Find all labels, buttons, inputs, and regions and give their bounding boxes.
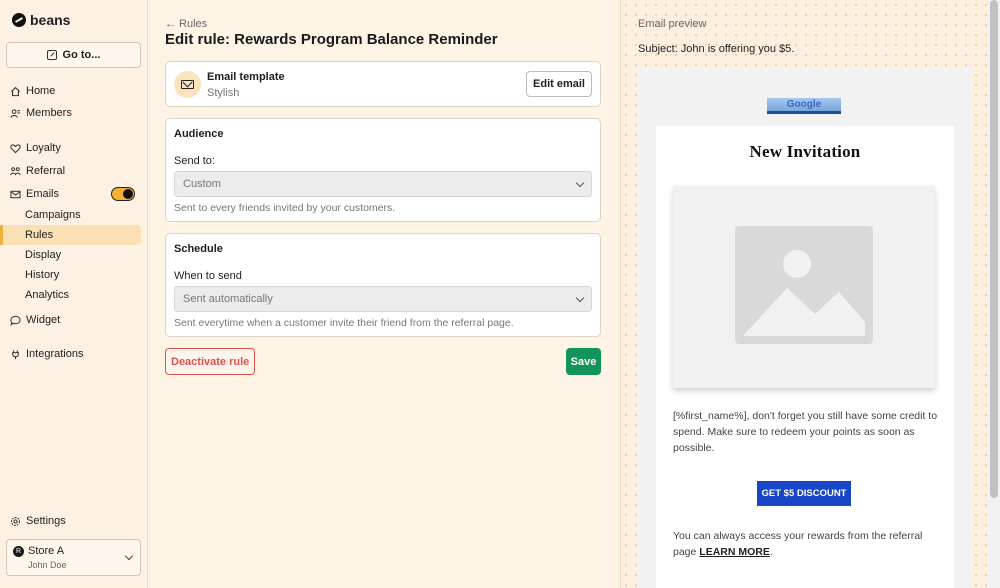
sidebar-item-label: Referral <box>26 165 66 177</box>
email-preview-panel: Email preview Subject: John is offering … <box>620 0 988 588</box>
settings-label: Settings <box>26 515 66 527</box>
sidebar-subitem-analytics[interactable]: Analytics <box>25 286 69 304</box>
sidebar-item-label: Loyalty <box>26 142 61 154</box>
template-value: Stylish <box>207 87 240 99</box>
active-indicator <box>0 225 141 245</box>
schedule-help: Sent everytime when a customer invite th… <box>174 317 514 329</box>
send-to-value: Custom <box>183 178 221 190</box>
email-body-text: [%first_name%], don't forget you still h… <box>673 410 938 454</box>
template-card: Email template Stylish Edit email <box>165 61 601 107</box>
beans-logo-icon <box>12 13 26 27</box>
preview-subject: Subject: John is offering you $5. <box>638 43 795 55</box>
referral-icon <box>10 166 21 175</box>
when-to-send-select[interactable]: Sent automatically <box>174 286 592 312</box>
when-to-send-label: When to send <box>174 270 242 282</box>
sidebar-item-members[interactable]: Members <box>10 104 72 122</box>
when-to-send-value: Sent automatically <box>183 293 273 305</box>
save-button[interactable]: Save <box>566 348 601 375</box>
goto-label: Go to... <box>62 49 101 61</box>
image-placeholder-icon <box>735 226 873 344</box>
audience-heading: Audience <box>174 128 224 140</box>
store-switcher[interactable]: R Store A John Doe <box>6 539 141 576</box>
heart-icon <box>10 143 21 153</box>
sidebar-item-widget[interactable]: Widget <box>10 311 60 329</box>
chevron-down-icon <box>575 178 585 188</box>
logo[interactable]: beans <box>12 12 70 28</box>
audience-help: Sent to every friends invited by your cu… <box>174 202 396 214</box>
email-banner-image: Google <box>767 98 841 114</box>
store-avatar: R <box>13 546 24 557</box>
chevron-down-icon <box>124 551 134 561</box>
audience-card: Audience Send to: Custom Sent to every f… <box>165 118 601 222</box>
schedule-card: Schedule When to send Sent automatically… <box>165 233 601 337</box>
sidebar-item-label: Widget <box>26 314 61 326</box>
back-link[interactable]: ← Rules <box>165 18 207 30</box>
gear-icon <box>11 516 20 526</box>
email-footer: You can always access your rewards from … <box>673 528 938 560</box>
mail-icon <box>10 190 21 198</box>
sidebar-item-label: Home <box>26 85 56 97</box>
email-image-placeholder <box>673 186 935 388</box>
deactivate-rule-button[interactable]: Deactivate rule <box>165 348 256 375</box>
send-to-select[interactable]: Custom <box>174 171 592 197</box>
template-icon-wrap <box>174 71 201 98</box>
members-icon <box>10 108 21 118</box>
sidebar-subitem-rules[interactable]: Rules <box>25 226 53 244</box>
learn-more-link[interactable]: LEARN MORE <box>699 546 770 558</box>
sidebar-subitem-display[interactable]: Display <box>25 246 61 264</box>
chat-icon <box>10 315 21 326</box>
sidebar-item-integrations[interactable]: Integrations <box>10 345 83 363</box>
email-body: Google New Invitation [%first_name%], do… <box>638 68 972 588</box>
email-heading: New Invitation <box>749 142 861 161</box>
emails-toggle[interactable] <box>111 187 135 201</box>
page-title: Edit rule: Rewards Program Balance Remin… <box>165 31 498 48</box>
email-card: New Invitation [%first_name%], don't for… <box>656 126 954 588</box>
sidebar-item-settings[interactable]: Settings <box>10 512 66 530</box>
edit-email-button[interactable]: Edit email <box>526 71 592 97</box>
external-link-icon <box>46 50 57 60</box>
sidebar-item-label: Integrations <box>26 348 84 360</box>
envelope-icon <box>181 80 194 89</box>
main-content: ← Rules Edit rule: Rewards Program Balan… <box>148 0 620 588</box>
discount-cta-button[interactable]: GET $5 DISCOUNT <box>757 481 851 506</box>
sidebar-item-referral[interactable]: Referral <box>10 162 65 180</box>
sidebar: beans Go to... Home Members Loyalty Refe… <box>0 0 148 588</box>
sidebar-item-home[interactable]: Home <box>10 82 55 100</box>
schedule-heading: Schedule <box>174 243 223 255</box>
banner-text: Google <box>786 99 822 110</box>
sidebar-item-emails[interactable]: Emails <box>10 185 59 203</box>
send-to-label: Send to: <box>174 155 215 167</box>
home-icon <box>10 86 21 96</box>
chevron-down-icon <box>575 293 585 303</box>
sidebar-item-loyalty[interactable]: Loyalty <box>10 139 61 157</box>
sidebar-item-label: Emails <box>26 188 60 200</box>
store-user: John Doe <box>28 560 67 570</box>
goto-button[interactable]: Go to... <box>6 42 141 68</box>
footer-period: . <box>769 546 773 558</box>
preview-scrollbar[interactable] <box>988 0 1000 588</box>
scrollbar-thumb[interactable] <box>990 0 998 498</box>
template-label: Email template <box>207 71 285 83</box>
logo-text: beans <box>30 12 71 28</box>
sidebar-item-label: Members <box>26 107 72 119</box>
sidebar-subitem-campaigns[interactable]: Campaigns <box>25 206 81 224</box>
sidebar-subitem-history[interactable]: History <box>25 266 59 284</box>
plug-icon <box>12 349 19 359</box>
store-name: Store A <box>28 545 65 557</box>
preview-label: Email preview <box>638 18 707 30</box>
